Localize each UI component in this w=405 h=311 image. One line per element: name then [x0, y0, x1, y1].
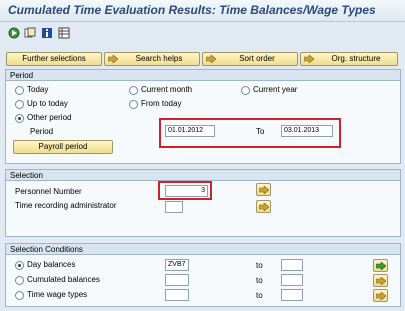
personnel-multiple-selection-button[interactable]: [256, 183, 271, 196]
further-selections-button[interactable]: Further selections: [6, 52, 102, 66]
day-balances-to-input[interactable]: [281, 259, 303, 271]
time-admin-multiple-selection-button[interactable]: [256, 200, 271, 213]
org-structure-label: Org. structure: [331, 54, 381, 63]
arrow-right-icon: [259, 186, 269, 194]
selection-header: Selection: [6, 170, 400, 181]
label-from-today: From today: [141, 99, 182, 108]
page-title: Cumulated Time Evaluation Results: Time …: [8, 3, 376, 17]
label-cumulated-balances: Cumulated balances: [27, 275, 100, 284]
radio-up-to-today[interactable]: [15, 100, 24, 109]
arrow-right-icon: [259, 203, 269, 211]
label-current-month: Current month: [141, 85, 193, 94]
label-day-balances: Day balances: [27, 260, 76, 269]
arrow-right-icon: [107, 54, 119, 64]
arrow-right-icon: [376, 277, 386, 285]
period-header: Period: [6, 70, 400, 81]
day-balances-to-label: to: [256, 261, 263, 270]
arrow-right-icon: [205, 54, 217, 64]
execute-icon[interactable]: [8, 27, 20, 39]
org-structure-button[interactable]: Org. structure: [300, 52, 398, 66]
period-to-input[interactable]: 03.01.2013: [281, 125, 333, 137]
cumulated-balances-multiple-selection-button[interactable]: [373, 274, 388, 287]
time-wage-types-multiple-selection-button[interactable]: [373, 289, 388, 302]
cumulated-balances-to-label: to: [256, 276, 263, 285]
time-admin-label: Time recording administrator: [15, 201, 117, 210]
label-up-to-today: Up to today: [27, 99, 68, 108]
time-admin-input[interactable]: [165, 201, 183, 213]
label-time-wage-types: Time wage types: [27, 290, 88, 299]
radio-cumulated-balances[interactable]: [15, 276, 24, 285]
personnel-number-label: Personnel Number: [15, 187, 82, 196]
time-wage-types-from-input[interactable]: [165, 289, 189, 301]
radio-today[interactable]: [15, 86, 24, 95]
search-helps-button[interactable]: Search helps: [104, 52, 200, 66]
radio-current-year[interactable]: [241, 86, 250, 95]
sort-order-button[interactable]: Sort order: [202, 52, 298, 66]
payroll-period-label: Payroll period: [38, 142, 88, 151]
label-today: Today: [27, 85, 49, 94]
radio-from-today[interactable]: [129, 100, 138, 109]
info-icon[interactable]: [41, 27, 53, 39]
time-wage-types-to-label: to: [256, 291, 263, 300]
period-from-input[interactable]: 01.01.2012: [165, 125, 215, 137]
payroll-period-button[interactable]: Payroll period: [13, 140, 113, 154]
cumulated-balances-from-input[interactable]: [165, 274, 189, 286]
label-other-period: Other period: [27, 113, 72, 122]
radio-current-month[interactable]: [129, 86, 138, 95]
layout-icon[interactable]: [58, 27, 70, 39]
label-current-year: Current year: [253, 85, 298, 94]
radio-day-balances[interactable]: [15, 261, 24, 270]
personnel-number-input[interactable]: 3: [165, 185, 208, 197]
cumulated-balances-to-input[interactable]: [281, 274, 303, 286]
arrow-right-icon: [376, 262, 386, 270]
selection-panel: Selection Personnel Number 3 Time record…: [5, 169, 401, 237]
time-wage-types-to-input[interactable]: [281, 289, 303, 301]
radio-time-wage-types[interactable]: [15, 291, 24, 300]
radio-other-period[interactable]: [15, 114, 24, 123]
search-helps-label: Search helps: [135, 54, 183, 63]
selection-conditions-panel: Selection Conditions Day balances ZVB7 t…: [5, 243, 401, 307]
period-to-label: To: [256, 127, 265, 136]
sort-order-label: Sort order: [239, 54, 275, 63]
selection-conditions-header: Selection Conditions: [6, 244, 400, 255]
variant-icon[interactable]: [24, 27, 36, 39]
title-bar: Cumulated Time Evaluation Results: Time …: [0, 0, 405, 22]
day-balances-from-input[interactable]: ZVB7: [165, 259, 189, 271]
arrow-right-icon: [303, 54, 315, 64]
period-label: Period: [30, 127, 54, 136]
period-panel: Period Today Current month Current year …: [5, 69, 401, 164]
day-balances-multiple-selection-button[interactable]: [373, 259, 388, 272]
further-selections-label: Further selections: [22, 54, 86, 63]
arrow-right-icon: [376, 292, 386, 300]
